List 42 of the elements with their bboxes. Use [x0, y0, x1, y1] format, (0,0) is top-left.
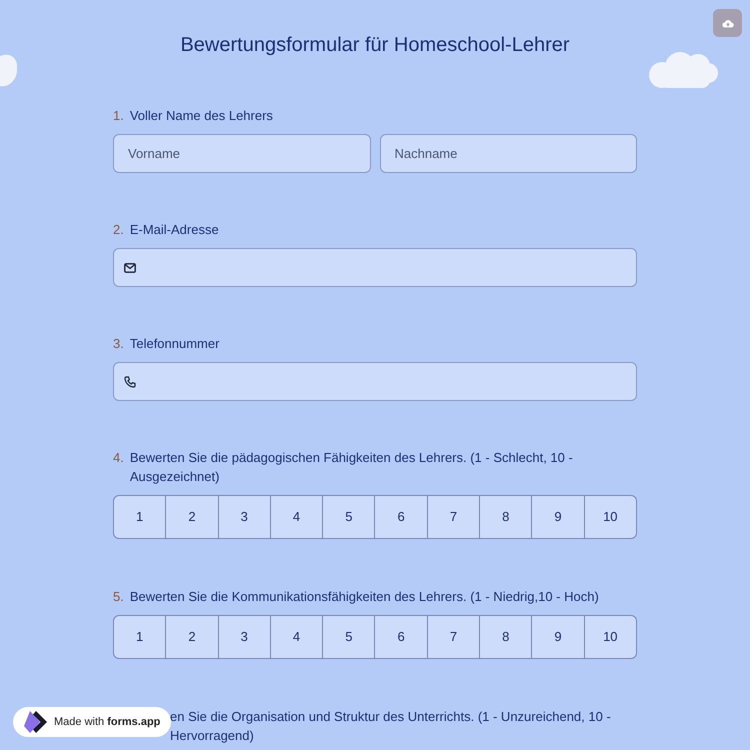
email-field[interactable] — [113, 248, 637, 287]
rating-option[interactable]: 8 — [479, 495, 532, 539]
rating-option[interactable]: 4 — [270, 495, 324, 539]
question-number: 3. — [113, 335, 124, 353]
rating-option[interactable]: 6 — [374, 615, 428, 659]
rating-option[interactable]: 1 — [113, 495, 166, 539]
email-icon — [124, 262, 136, 272]
rating-option[interactable]: 10 — [584, 615, 637, 659]
question-number: 5. — [113, 588, 124, 606]
question-number: 1. — [113, 107, 124, 125]
question-label: en Sie die Organisation und Struktur des Unterrichts. (1 - Unzureichend, 10 - Hervorragend) — [170, 708, 612, 745]
question-number: 2. — [113, 221, 124, 239]
question-label: E-Mail-Adresse — [130, 221, 219, 239]
rating-option[interactable]: 10 — [584, 495, 637, 539]
rating-option[interactable]: 2 — [165, 495, 219, 539]
rating-option[interactable]: 6 — [374, 495, 428, 539]
rating-option[interactable]: 9 — [531, 615, 585, 659]
cloud-upload-icon — [722, 18, 734, 28]
upload-button[interactable] — [713, 9, 742, 37]
question-label: Telefonnummer — [130, 335, 220, 353]
question-label: Bewerten Sie die pädagogischen Fähigkeiten des Lehrers. (1 - Schlecht, 10 - Ausgezeichnet) — [130, 449, 574, 486]
rating-option[interactable]: 9 — [531, 495, 585, 539]
phone-icon — [124, 376, 136, 388]
rating-option[interactable]: 5 — [322, 495, 376, 539]
rating-option[interactable]: 8 — [479, 615, 532, 659]
input-field[interactable]: Nachname — [380, 134, 637, 173]
question-label: Voller Name des Lehrers — [130, 107, 273, 125]
input-field[interactable]: Vorname — [113, 134, 370, 173]
phone-field[interactable] — [113, 362, 637, 401]
question-number: 4. — [113, 449, 124, 467]
cloud-drawing — [648, 51, 719, 89]
rating-option[interactable]: 7 — [426, 615, 480, 659]
question-label: Bewerten Sie die Kommunikationsfähigkeiten des Lehrers. (1 - Niedrig,10 - Hoch) — [130, 588, 599, 606]
rating-option[interactable]: 1 — [113, 615, 166, 659]
rating-option[interactable]: 5 — [322, 615, 376, 659]
rating-option[interactable]: 3 — [218, 495, 271, 539]
form-title: Bewertungsformular für Homeschool-Lehrer — [180, 33, 570, 58]
rating-option[interactable]: 7 — [426, 495, 480, 539]
rating-option[interactable]: 4 — [270, 615, 324, 659]
rating-option[interactable]: 3 — [218, 615, 271, 659]
badge-text: Made with forms.app — [54, 714, 160, 730]
rating-option[interactable]: 2 — [165, 615, 219, 659]
